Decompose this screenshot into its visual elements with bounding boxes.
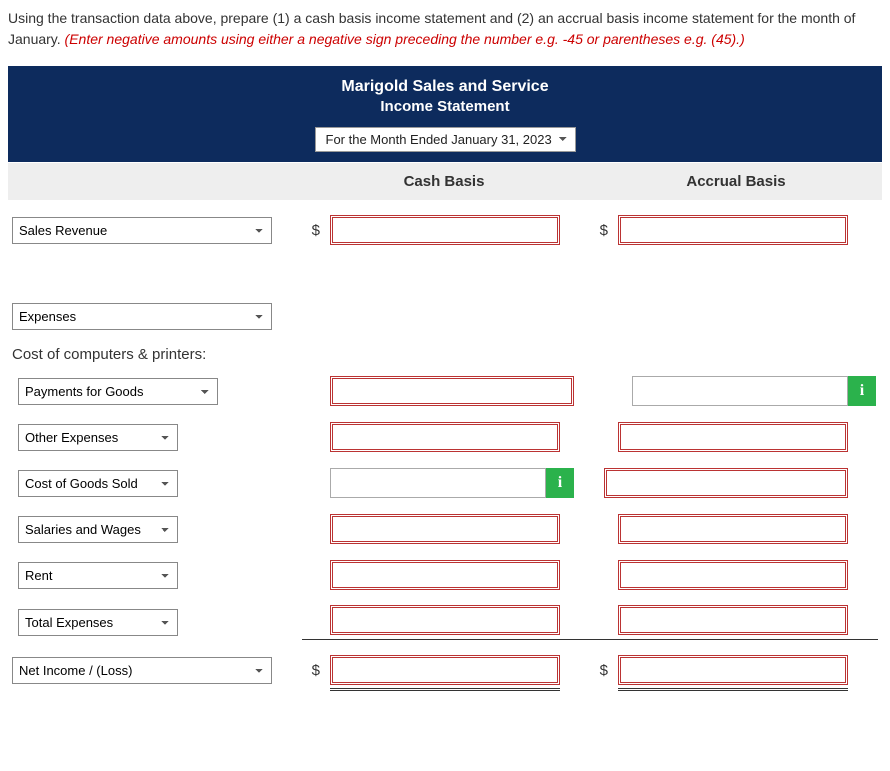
- sales-revenue-accrual[interactable]: [618, 215, 848, 245]
- sales-revenue-select[interactable]: Sales Revenue: [12, 217, 272, 244]
- payments-goods-accrual[interactable]: [632, 376, 848, 406]
- dollar-sign: $: [590, 662, 618, 679]
- net-income-accrual[interactable]: [618, 655, 848, 685]
- instructions-note: (Enter negative amounts using either a n…: [65, 31, 745, 47]
- salaries-accrual[interactable]: [618, 514, 848, 544]
- salaries-select[interactable]: Salaries and Wages: [18, 516, 178, 543]
- payments-goods-cash[interactable]: [330, 376, 574, 406]
- dollar-sign: $: [590, 222, 618, 239]
- instructions: Using the transaction data above, prepar…: [8, 8, 882, 50]
- info-icon[interactable]: i: [848, 376, 876, 406]
- other-expenses-select[interactable]: Other Expenses: [18, 424, 178, 451]
- payments-goods-select[interactable]: Payments for Goods: [18, 378, 218, 405]
- other-expenses-accrual[interactable]: [618, 422, 848, 452]
- company-name: Marigold Sales and Service: [8, 78, 882, 96]
- statement-header: Marigold Sales and Service Income Statem…: [8, 66, 882, 127]
- cost-section-label: Cost of computers & printers:: [12, 346, 878, 363]
- total-expenses-accrual[interactable]: [618, 605, 848, 635]
- net-income-select[interactable]: Net Income / (Loss): [12, 657, 272, 684]
- dollar-sign: $: [302, 222, 330, 239]
- col-cash: Cash Basis: [298, 163, 590, 200]
- total-expenses-select[interactable]: Total Expenses: [18, 609, 178, 636]
- info-icon[interactable]: i: [546, 468, 574, 498]
- other-expenses-cash[interactable]: [330, 422, 560, 452]
- column-headers: Cash Basis Accrual Basis: [8, 162, 882, 200]
- rent-accrual[interactable]: [618, 560, 848, 590]
- net-income-cash[interactable]: [330, 655, 560, 685]
- cogs-accrual[interactable]: [604, 468, 848, 498]
- dollar-sign: $: [302, 662, 330, 679]
- cogs-cash[interactable]: [330, 468, 546, 498]
- col-accrual: Accrual Basis: [590, 163, 882, 200]
- sales-revenue-cash[interactable]: [330, 215, 560, 245]
- period-select[interactable]: For the Month Ended January 31, 2023: [315, 127, 576, 152]
- expenses-select[interactable]: Expenses: [12, 303, 272, 330]
- rent-cash[interactable]: [330, 560, 560, 590]
- rent-select[interactable]: Rent: [18, 562, 178, 589]
- salaries-cash[interactable]: [330, 514, 560, 544]
- period-row: For the Month Ended January 31, 2023: [8, 127, 882, 162]
- cogs-select[interactable]: Cost of Goods Sold: [18, 470, 178, 497]
- total-expenses-cash[interactable]: [330, 605, 560, 635]
- statement-title: Income Statement: [8, 98, 882, 115]
